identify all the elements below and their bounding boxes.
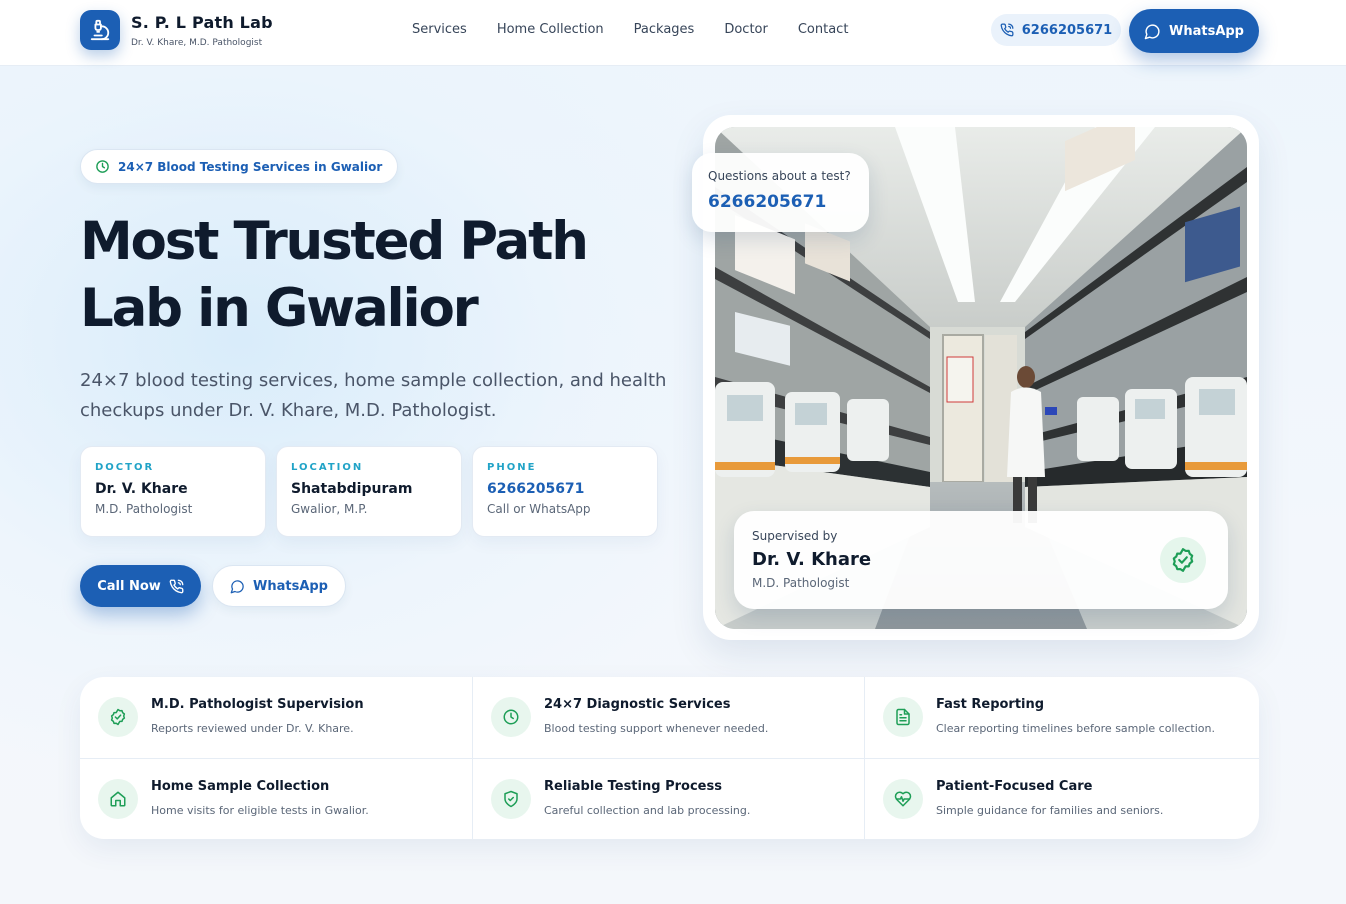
features-grid: M.D. Pathologist Supervision Reports rev… [80,677,1259,839]
brand-name: S. P. L Path Lab [131,12,273,32]
info-card-label: DOCTOR [95,462,155,473]
hero-whatsapp-label: WhatsApp [253,578,328,594]
nav-phone-number: 6266205671 [1021,22,1113,38]
supervisor-title: M.D. Pathologist [752,576,850,590]
document-icon [883,697,923,737]
microscope-icon [80,10,120,50]
hero-title: Most Trusted Path Lab in Gwalior [80,208,640,342]
nav-whatsapp-label: WhatsApp [1169,23,1244,39]
home-icon [98,779,138,819]
info-card-note: M.D. Pathologist [95,502,193,516]
info-card-doctor: DOCTOR Dr. V. Khare M.D. Pathologist [80,446,266,537]
shield-check-icon [98,697,138,737]
nav-whatsapp-button[interactable]: WhatsApp [1129,9,1259,53]
info-card-label: PHONE [487,462,537,473]
feature-item: Reliable Testing Process Careful collect… [472,758,864,839]
info-card-phone[interactable]: PHONE 6266205671 Call or WhatsApp [472,446,658,537]
nav-link-contact[interactable]: Contact [798,22,849,37]
feature-item: Fast Reporting Clear reporting timelines… [864,677,1259,758]
nav-link-packages[interactable]: Packages [634,22,695,37]
supervised-label: Supervised by [752,529,838,543]
info-card-value: Dr. V. Khare [95,481,188,497]
questions-phone[interactable]: 6266205671 [708,192,853,212]
feature-item: Home Sample Collection Home visits for e… [80,758,472,839]
hero-subtitle: 24×7 blood testing services, home sample… [80,370,667,421]
supervisor-name: Dr. V. Khare [752,549,872,570]
brand-subtitle: Dr. V. Khare, M.D. Pathologist [131,37,263,48]
feature-description: Reports reviewed under Dr. V. Khare. [151,722,354,735]
hero-badge-text: 24×7 Blood Testing Services in Gwalior [118,159,383,174]
nav-link-doctor[interactable]: Doctor [724,22,768,37]
call-now-button[interactable]: Call Now [80,565,201,607]
hero-title-line2: Lab in Gwalior [80,278,479,339]
feature-description: Blood testing support whenever needed. [544,722,769,735]
nav-links: Services Home Collection Packages Doctor… [412,22,878,37]
shield-icon [491,779,531,819]
clock-icon [96,160,109,173]
info-card-value[interactable]: 6266205671 [487,481,643,497]
feature-title: Home Sample Collection [151,779,330,794]
chat-bubble-icon [230,579,244,593]
info-card-note: Call or WhatsApp [487,502,591,516]
clock-icon [491,697,531,737]
questions-card[interactable]: Questions about a test? 6266205671 [692,153,869,232]
feature-description: Simple guidance for families and seniors… [936,804,1164,817]
nav-link-services[interactable]: Services [412,22,467,37]
verified-badge-icon [1160,537,1206,583]
feature-description: Clear reporting timelines before sample … [936,722,1215,735]
nav-link-home-collection[interactable]: Home Collection [497,22,604,37]
call-now-label: Call Now [97,578,161,594]
feature-item: Patient-Focused Care Simple guidance for… [864,758,1259,839]
hero-whatsapp-button[interactable]: WhatsApp [212,565,346,607]
feature-title: 24×7 Diagnostic Services [544,697,731,712]
feature-title: Fast Reporting [936,697,1045,712]
info-card-location: LOCATION Shatabdipuram Gwalior, M.P. [276,446,462,537]
feature-title: Patient-Focused Care [936,779,1093,794]
hero-title-line1: Most Trusted Path [80,211,589,272]
nav-phone-button[interactable]: 6266205671 [991,14,1121,46]
heart-pulse-icon [883,779,923,819]
questions-text: Questions about a test? [708,169,851,183]
feature-title: M.D. Pathologist Supervision [151,697,364,712]
top-navigation: S. P. L Path Lab Dr. V. Khare, M.D. Path… [0,0,1346,66]
info-card-note: Gwalior, M.P. [291,502,368,516]
supervised-card: Supervised by Dr. V. Khare M.D. Patholog… [734,511,1228,609]
feature-description: Home visits for eligible tests in Gwalio… [151,804,369,817]
feature-item: M.D. Pathologist Supervision Reports rev… [80,677,472,758]
feature-title: Reliable Testing Process [544,779,722,794]
phone-icon [169,579,184,593]
brand[interactable]: S. P. L Path Lab Dr. V. Khare, M.D. Path… [80,10,273,50]
hero-badge: 24×7 Blood Testing Services in Gwalior [80,149,399,184]
chat-bubble-icon [1144,23,1160,39]
phone-icon [1000,23,1014,37]
feature-item: 24×7 Diagnostic Services Blood testing s… [472,677,864,758]
info-card-label: LOCATION [291,462,364,473]
info-card-value: Shatabdipuram [291,481,413,497]
feature-description: Careful collection and lab processing. [544,804,751,817]
